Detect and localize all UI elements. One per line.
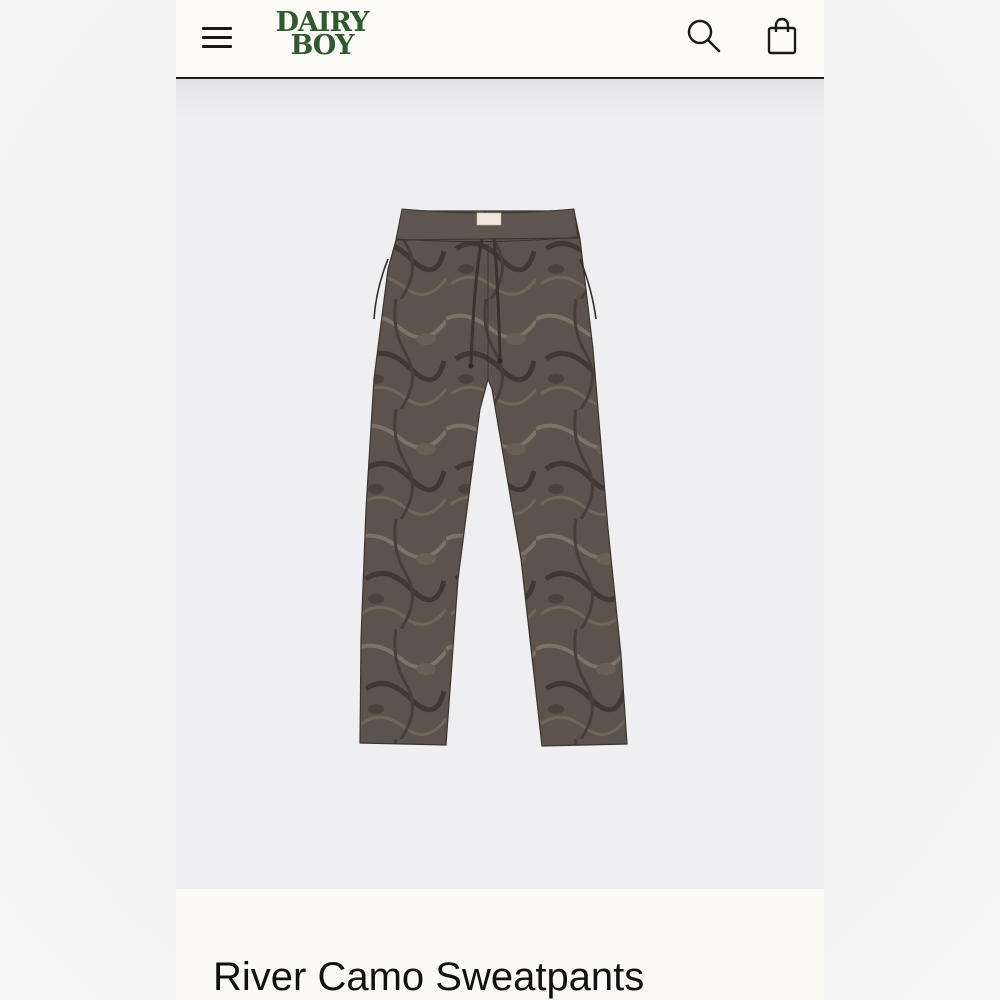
product-image-sweatpants bbox=[359, 208, 628, 747]
product-info: River Camo Sweatpants bbox=[176, 889, 824, 1000]
product-title: River Camo Sweatpants bbox=[213, 955, 645, 999]
header-shadow bbox=[176, 79, 824, 119]
hamburger-menu-icon[interactable] bbox=[200, 23, 234, 51]
search-icon[interactable] bbox=[684, 17, 724, 57]
site-header: DAIRY BOY bbox=[176, 0, 824, 79]
product-image-gallery[interactable] bbox=[176, 79, 824, 942]
shopping-bag-icon[interactable] bbox=[763, 16, 801, 58]
brand-logo[interactable]: DAIRY BOY bbox=[256, 9, 388, 65]
mobile-viewport: DAIRY BOY River Camo Sweatpants bbox=[176, 0, 824, 1000]
